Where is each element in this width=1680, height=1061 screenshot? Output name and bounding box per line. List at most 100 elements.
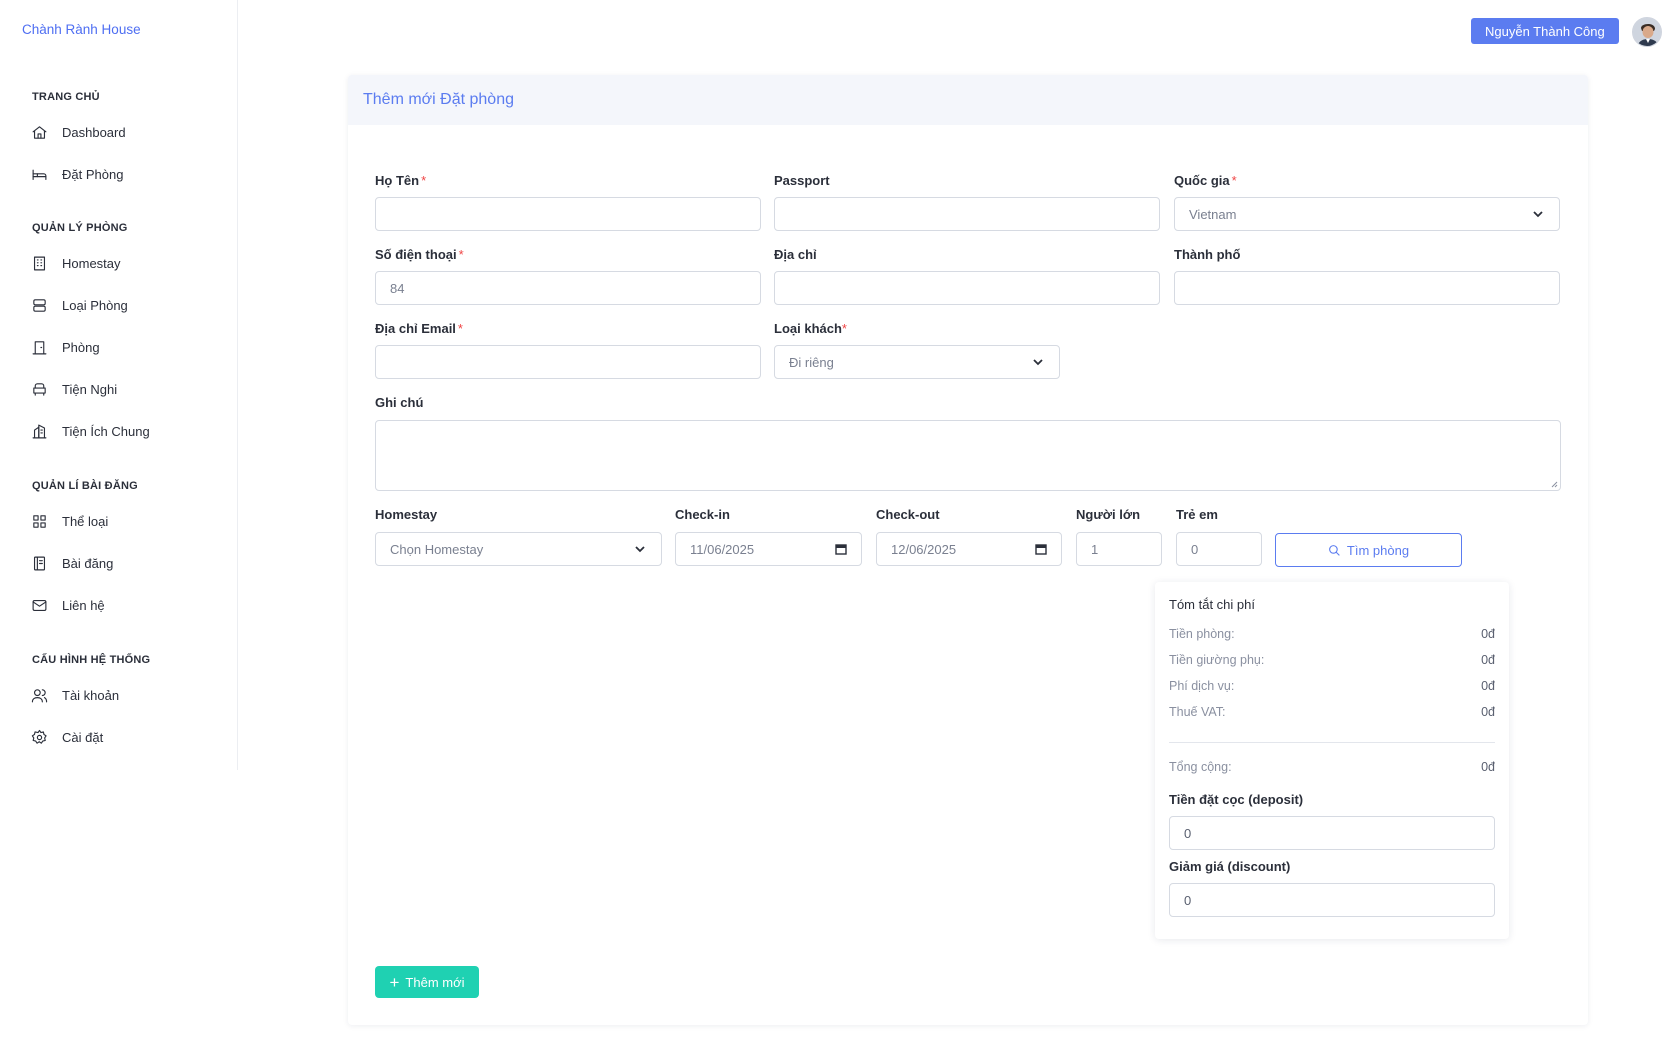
sidebar-item-cai-dat[interactable]: Cài đặt (30, 724, 220, 750)
ghi-chu-label: Ghi chú (375, 395, 424, 410)
quoc-gia-label: Quốc gia * (1174, 173, 1237, 188)
sidebar-item-label: Tiện Nghi (62, 381, 118, 397)
check-out-value: 12/06/2025 (891, 541, 957, 557)
homestay-label: Homestay (375, 507, 438, 522)
dia-chi-input[interactable] (774, 271, 1160, 305)
summary-row-tien-phong: Tiền phòng: 0đ (1169, 627, 1495, 641)
quoc-gia-value: Vietnam (1189, 206, 1237, 222)
tre-em-input[interactable]: 0 (1176, 532, 1262, 566)
calendar-icon[interactable] (835, 543, 847, 555)
sidebar-item-dashboard[interactable]: Dashboard (30, 119, 220, 145)
email-label: Địa chỉ Email * (375, 321, 463, 336)
resize-handle-icon[interactable] (1550, 480, 1558, 488)
calendar-icon[interactable] (1035, 543, 1047, 555)
sidebar-item-label: Homestay (62, 255, 121, 271)
passport-input[interactable] (774, 197, 1160, 231)
sidebar-item-label: Loại Phòng (62, 297, 128, 313)
door-icon (30, 338, 48, 356)
search-room-label: Tìm phòng (1346, 542, 1410, 558)
tre-em-label: Trẻ em (1176, 507, 1218, 522)
summary-row-phi-dich-vu: Phí dịch vụ: 0đ (1169, 679, 1495, 693)
building-icon (30, 254, 48, 272)
sidebar: Chành Rành House TRANG CHỦ Dashboard Đặt… (0, 0, 238, 770)
check-in-date-input[interactable]: 11/06/2025 (675, 532, 862, 566)
passport-label: Passport (774, 173, 830, 188)
sidebar-item-label: Tài khoản (62, 687, 120, 703)
sidebar-item-phong[interactable]: Phòng (30, 334, 220, 360)
search-room-button[interactable]: Tìm phòng (1275, 533, 1462, 567)
so-dien-thoai-input[interactable]: 84 (375, 271, 761, 305)
check-in-label: Check-in (675, 507, 730, 522)
ho-ten-label: Họ Tên * (375, 173, 427, 188)
add-new-button[interactable]: + Thêm mới (375, 966, 479, 998)
sidebar-item-tien-nghi[interactable]: Tiện Nghi (30, 376, 220, 402)
sidebar-item-label: Đặt Phòng (62, 166, 124, 182)
sidebar-item-bai-dang[interactable]: Bài đăng (30, 550, 220, 576)
summary-row-thue-vat: Thuế VAT: 0đ (1169, 705, 1495, 719)
sidebar-item-lien-he[interactable]: Liên hệ (30, 592, 220, 618)
sidebar-item-label: Dashboard (62, 124, 126, 140)
check-out-date-input[interactable]: 12/06/2025 (876, 532, 1062, 566)
sidebar-item-label: Thể loại (62, 513, 109, 529)
sidebar-item-the-loai[interactable]: Thể loại (30, 508, 220, 534)
loai-khach-value: Đi riêng (789, 354, 834, 370)
check-in-value: 11/06/2025 (690, 541, 755, 557)
homestay-value: Chọn Homestay (390, 541, 484, 557)
sidebar-item-label: Cài đặt (62, 729, 104, 745)
thanh-pho-input[interactable] (1174, 271, 1560, 305)
sidebar-item-tien-ich-chung[interactable]: Tiện Ích Chung (30, 418, 220, 444)
plus-icon: + (389, 972, 400, 992)
sidebar-item-tai-khoan[interactable]: Tài khoản (30, 682, 220, 708)
sidebar-item-label: Bài đăng (62, 555, 114, 571)
nguoi-lon-input[interactable]: 1 (1076, 532, 1162, 566)
dia-chi-label: Địa chỉ (774, 247, 817, 262)
discount-label: Giảm giá (discount) (1169, 859, 1291, 874)
server-icon (30, 296, 48, 314)
homestay-select[interactable]: Chọn Homestay (375, 532, 662, 566)
summary-title: Tóm tắt chi phí (1169, 597, 1255, 612)
sidebar-item-loai-phong[interactable]: Loại Phòng (30, 292, 220, 318)
user-menu-button[interactable]: Nguyễn Thành Công (1471, 18, 1619, 44)
buildings-icon (30, 422, 48, 440)
nav-section-quan-ly-phong: QUẢN LÝ PHÒNG (32, 222, 128, 234)
chevron-down-icon (1031, 355, 1045, 369)
deposit-label: Tiền đặt cọc (deposit) (1169, 792, 1304, 807)
page-title: Thêm mới Đặt phòng (363, 91, 514, 108)
nguoi-lon-label: Người lớn (1076, 507, 1141, 522)
ghi-chu-textarea[interactable] (375, 420, 1561, 491)
brand-logo[interactable]: Chành Rành House (22, 22, 141, 37)
cost-summary-panel: Tóm tắt chi phí Tiền phòng: 0đ Tiền giườn… (1155, 582, 1509, 939)
users-icon (30, 686, 48, 704)
sidebar-item-homestay[interactable]: Homestay (30, 250, 220, 276)
home-icon (30, 123, 48, 141)
ho-ten-input[interactable] (375, 197, 761, 231)
bed-icon (30, 165, 48, 183)
add-new-label: Thêm mới (405, 974, 465, 990)
email-input[interactable] (375, 345, 761, 379)
summary-row-tong-cong: Tổng cộng: 0đ (1169, 760, 1495, 774)
loai-khach-select[interactable]: Đi riêng (774, 345, 1060, 379)
sidebar-item-dat-phong[interactable]: Đặt Phòng (30, 161, 220, 187)
quoc-gia-select[interactable]: Vietnam (1174, 197, 1560, 231)
sidebar-item-label: Tiện Ích Chung (62, 423, 150, 439)
loai-khach-label: Loại khách* (774, 321, 847, 336)
summary-row-tien-giuong-phu: Tiền giường phụ: 0đ (1169, 653, 1495, 667)
grid-icon (30, 512, 48, 530)
so-dien-thoai-label: Số điện thoại * (375, 247, 464, 262)
search-icon (1329, 544, 1340, 556)
deposit-input[interactable]: 0 (1169, 816, 1495, 850)
sidebar-item-label: Liên hệ (62, 597, 105, 613)
avatar[interactable] (1632, 17, 1662, 47)
sidebar-item-label: Phòng (62, 339, 100, 355)
sofa-icon (30, 380, 48, 398)
summary-divider (1169, 742, 1495, 743)
card-header: Thêm mới Đặt phòng (348, 75, 1588, 125)
check-out-label: Check-out (876, 507, 940, 522)
chevron-down-icon (633, 542, 647, 556)
thanh-pho-label: Thành phố (1174, 247, 1241, 262)
nav-section-quan-li-bai-dang: QUẢN LÍ BÀI ĐĂNG (32, 480, 138, 492)
book-icon (30, 554, 48, 572)
nav-section-trang-chu: TRANG CHỦ (32, 91, 100, 103)
discount-input[interactable]: 0 (1169, 883, 1495, 917)
mail-icon (30, 596, 48, 614)
